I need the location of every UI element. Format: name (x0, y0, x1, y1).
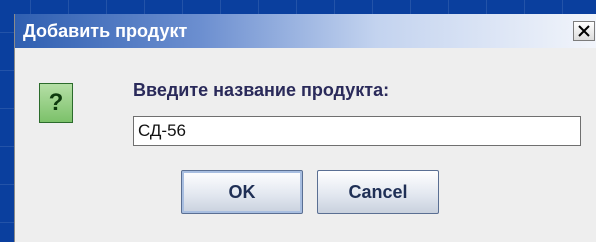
add-product-dialog: Добавить продукт ? Введите название прод… (14, 14, 596, 242)
question-icon: ? (39, 83, 73, 123)
dialog-titlebar[interactable]: Добавить продукт (15, 14, 596, 48)
prompt-label: Введите название продукта: (133, 80, 390, 100)
ok-button[interactable]: OK (181, 170, 303, 214)
dialog-title: Добавить продукт (23, 21, 188, 41)
close-button[interactable] (573, 21, 595, 41)
close-icon (578, 25, 590, 37)
product-name-input[interactable] (133, 116, 581, 146)
question-icon-glyph: ? (48, 89, 64, 116)
cancel-button[interactable]: Cancel (317, 170, 439, 214)
